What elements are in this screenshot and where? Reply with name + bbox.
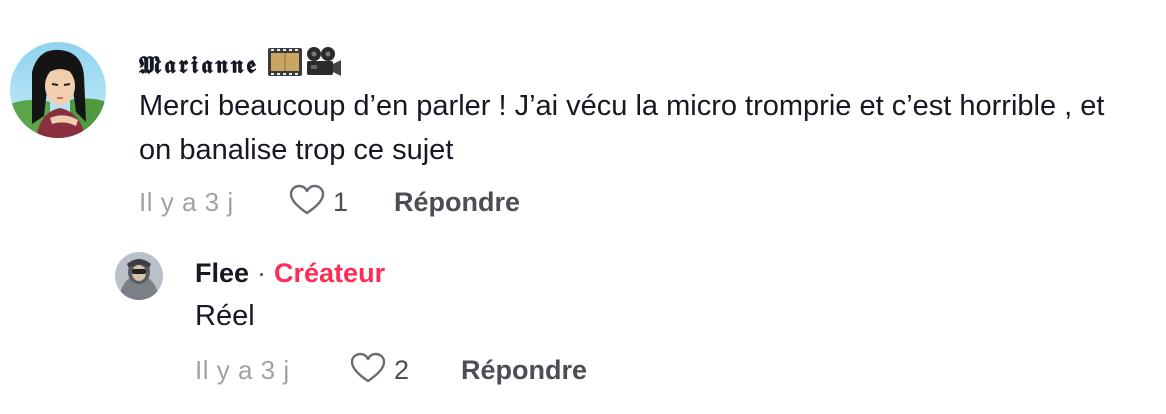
reply-author-name[interactable]: Flee bbox=[195, 258, 249, 289]
reply-timestamp: Il y a 3 j bbox=[195, 354, 290, 385]
comment-text: Merci beaucoup d’en parler ! J’ai vécu l… bbox=[139, 90, 1105, 166]
reply-button[interactable]: Répondre bbox=[394, 187, 520, 218]
film-strip-icon bbox=[267, 46, 303, 83]
author-separator: · bbox=[257, 257, 267, 288]
avatar[interactable] bbox=[10, 42, 106, 138]
like-button[interactable]: 1 bbox=[289, 184, 394, 221]
comment-timestamp: Il y a 3 j bbox=[139, 186, 234, 217]
movie-camera-icon bbox=[305, 45, 343, 84]
author-emoji bbox=[267, 45, 343, 84]
like-count: 2 bbox=[394, 354, 410, 385]
avatar[interactable] bbox=[115, 252, 163, 300]
reply-button[interactable]: Répondre bbox=[461, 355, 587, 386]
like-button[interactable]: 2 bbox=[350, 352, 461, 389]
reply-meta: Il y a 3 j 2 Répondre bbox=[195, 348, 587, 392]
comment-author-row: 𝕸𝖆𝖗𝖎𝖆𝖓𝖓𝖊 bbox=[139, 44, 343, 84]
reply-text: Réel bbox=[195, 300, 255, 332]
heart-outline-icon[interactable] bbox=[289, 184, 325, 221]
comment-meta: Il y a 3 j 1 Répondre bbox=[139, 180, 520, 224]
heart-outline-icon[interactable] bbox=[350, 352, 386, 389]
reply-author-row: Flee · Créateur bbox=[195, 254, 385, 292]
comment-author-name[interactable]: 𝕸𝖆𝖗𝖎𝖆𝖓𝖓𝖊 bbox=[139, 50, 259, 79]
like-count: 1 bbox=[333, 186, 349, 217]
creator-badge: Créateur bbox=[274, 257, 386, 288]
